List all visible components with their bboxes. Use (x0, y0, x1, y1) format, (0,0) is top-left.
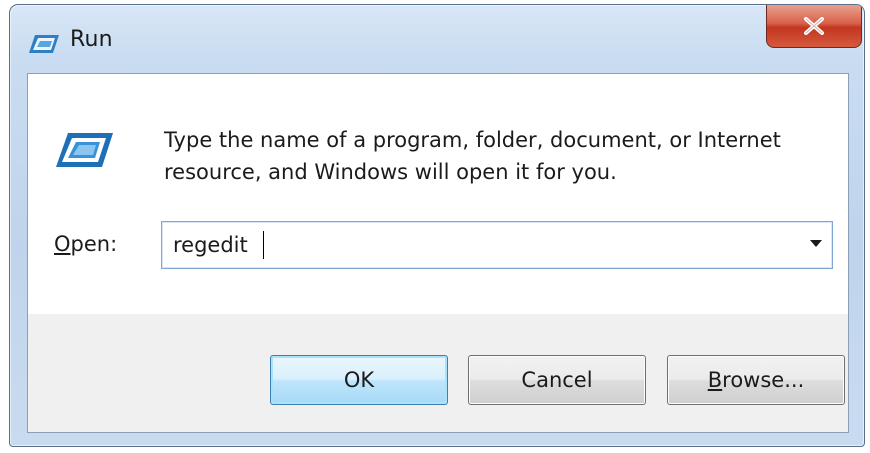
close-icon (804, 16, 824, 35)
dropdown-arrow-icon[interactable] (810, 240, 822, 247)
instruction-text: Type the name of a program, folder, docu… (164, 128, 781, 184)
cancel-button[interactable]: Cancel (468, 355, 646, 405)
open-label: Open: (54, 232, 117, 256)
close-button[interactable] (766, 5, 862, 48)
browse-label: rowse... (722, 368, 805, 392)
dialog-body: Type the name of a program, folder, docu… (27, 73, 849, 433)
open-input[interactable]: regedit (173, 233, 248, 257)
open-combobox[interactable]: regedit (161, 221, 833, 269)
content-area: Type the name of a program, folder, docu… (28, 74, 848, 314)
browse-button[interactable]: Browse... (667, 355, 845, 405)
text-cursor (263, 231, 264, 259)
ok-button[interactable]: OK (270, 355, 448, 405)
open-label-text: pen: (70, 232, 118, 256)
browse-mnemonic: B (707, 368, 723, 392)
run-dialog: Run Type the name of a program, folder, … (9, 4, 865, 447)
window-title: Run (70, 27, 113, 52)
title-bar[interactable]: Run (10, 5, 864, 71)
open-label-mnemonic: O (54, 232, 71, 256)
run-icon (29, 35, 59, 53)
run-icon (56, 133, 113, 167)
